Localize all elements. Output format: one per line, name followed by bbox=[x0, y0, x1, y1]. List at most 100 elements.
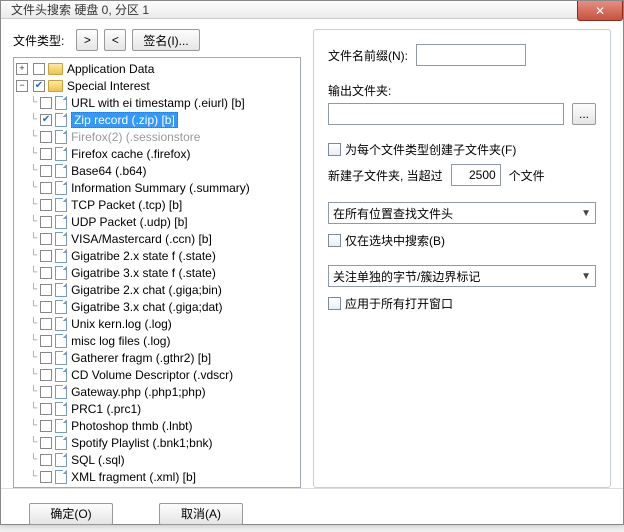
tree-checkbox[interactable] bbox=[40, 471, 52, 483]
tree-row[interactable]: └VISA/Mastercard (.ccn) [b] bbox=[14, 230, 300, 247]
tree-checkbox[interactable] bbox=[40, 284, 52, 296]
block-only-checkbox[interactable] bbox=[328, 234, 341, 247]
tree-branch: └ bbox=[30, 199, 35, 210]
prev-button[interactable]: < bbox=[104, 29, 126, 51]
file-icon bbox=[55, 385, 67, 399]
tree-row[interactable]: └Gigatribe 2.x state f (.state) bbox=[14, 247, 300, 264]
tree-row[interactable]: └XML fragment (.xml) [b] bbox=[14, 468, 300, 485]
block-only-label: 仅在选块中搜索(B) bbox=[345, 232, 445, 249]
tree-branch: └ bbox=[30, 301, 35, 312]
tree-item-label: TCP Packet (.tcp) [b] bbox=[71, 198, 182, 212]
tree-item-label: Gigatribe 3.x chat (.giga;dat) bbox=[71, 300, 222, 314]
tree-row[interactable]: └Information Summary (.summary) bbox=[14, 179, 300, 196]
ok-button[interactable]: 确定(O) bbox=[29, 503, 113, 525]
tree-item-label: Special Interest bbox=[67, 79, 150, 93]
tree-row[interactable]: └Gigatribe 2.x chat (.giga;bin) bbox=[14, 281, 300, 298]
file-icon bbox=[55, 368, 67, 382]
tree-checkbox[interactable] bbox=[40, 335, 52, 347]
tree-row[interactable]: └Base64 (.b64) bbox=[14, 162, 300, 179]
tree-row[interactable]: −✔ Special Interest bbox=[14, 77, 300, 94]
tree-row[interactable]: └PRC1 (.prc1) bbox=[14, 400, 300, 417]
tree-checkbox[interactable] bbox=[40, 131, 52, 143]
tree-checkbox[interactable] bbox=[40, 454, 52, 466]
tree-row[interactable]: └CD Volume Descriptor (.vdscr) bbox=[14, 366, 300, 383]
tree-row[interactable]: └misc log files (.log) bbox=[14, 332, 300, 349]
tree-checkbox[interactable] bbox=[33, 63, 45, 75]
tree-branch: └ bbox=[30, 148, 35, 159]
file-icon bbox=[55, 249, 67, 263]
newfolder-label: 新建子文件夹, 当超过 bbox=[328, 167, 443, 184]
file-icon bbox=[55, 351, 67, 365]
subfolder-label: 为每个文件类型创建子文件夹(F) bbox=[345, 141, 516, 158]
tree-row[interactable]: └URL with ei timestamp (.eiurl) [b] bbox=[14, 94, 300, 111]
tree-row[interactable]: + Application Data bbox=[14, 60, 300, 77]
tree-row[interactable]: └Photoshop thmb (.lnbt) bbox=[14, 417, 300, 434]
tree-checkbox[interactable]: ✔ bbox=[40, 114, 52, 126]
outdir-input[interactable] bbox=[328, 103, 564, 125]
tree-checkbox[interactable] bbox=[40, 301, 52, 313]
tree-checkbox[interactable] bbox=[40, 352, 52, 364]
folder-icon bbox=[48, 80, 63, 92]
tree-row[interactable]: └Gateway.php (.php1;php) bbox=[14, 383, 300, 400]
file-icon bbox=[55, 113, 67, 127]
subfolder-checkbox[interactable] bbox=[328, 143, 341, 156]
next-button[interactable]: > bbox=[76, 29, 98, 51]
tree-checkbox[interactable]: ✔ bbox=[33, 80, 45, 92]
newfolder-count-input[interactable] bbox=[451, 164, 501, 186]
tree-row[interactable]: └ Gigatribe 3.x chat (.giga;dat) bbox=[14, 298, 300, 315]
tree-item-label: misc log files (.log) bbox=[71, 334, 170, 348]
tree-branch: └ bbox=[30, 471, 35, 482]
tree-item-label: Gateway.php (.php1;php) bbox=[71, 385, 206, 399]
tree-row[interactable]: └Firefox(2) (.sessionstore bbox=[14, 128, 300, 145]
filetype-tree[interactable]: +Application Data−✔Special Interest└URL … bbox=[13, 57, 301, 488]
tree-row[interactable]: └Firefox cache (.firefox) bbox=[14, 145, 300, 162]
tree-checkbox[interactable] bbox=[40, 97, 52, 109]
tree-row[interactable]: └✔Zip record (.zip) [b] bbox=[14, 111, 300, 128]
file-icon bbox=[55, 436, 67, 450]
tree-checkbox[interactable] bbox=[40, 420, 52, 432]
tree-row[interactable]: └UDP Packet (.udp) [b] bbox=[14, 213, 300, 230]
tree-checkbox[interactable] bbox=[40, 369, 52, 381]
tree-checkbox[interactable] bbox=[40, 216, 52, 228]
file-icon bbox=[55, 147, 67, 161]
tree-item-label: Information Summary (.summary) bbox=[71, 181, 250, 195]
tree-checkbox[interactable] bbox=[40, 386, 52, 398]
tree-checkbox[interactable] bbox=[40, 437, 52, 449]
tree-checkbox[interactable] bbox=[40, 148, 52, 160]
tree-row[interactable]: └Gigatribe 3.x state f (.state) bbox=[14, 264, 300, 281]
tree-checkbox[interactable] bbox=[40, 165, 52, 177]
tree-row[interactable]: └Spotify Playlist (.bnk1;bnk) bbox=[14, 434, 300, 451]
tree-item-label: Spotify Playlist (.bnk1;bnk) bbox=[71, 436, 212, 450]
signature-button[interactable]: 签名(I)... bbox=[132, 29, 199, 51]
tree-row[interactable]: └SQL (.sql) bbox=[14, 451, 300, 468]
tree-checkbox[interactable] bbox=[40, 233, 52, 245]
tree-branch: └ bbox=[30, 403, 35, 414]
tree-row[interactable]: └Unix kern.log (.log) bbox=[14, 315, 300, 332]
file-icon bbox=[55, 232, 67, 246]
folder-icon bbox=[48, 63, 63, 75]
tree-row[interactable]: └ TCP Packet (.tcp) [b] bbox=[14, 196, 300, 213]
tree-branch: └ bbox=[30, 267, 35, 278]
tree-item-label: Application Data bbox=[67, 62, 154, 76]
close-button[interactable]: ✕ bbox=[577, 1, 623, 21]
tree-row[interactable]: └Gatherer fragm (.gthr2) [b] bbox=[14, 349, 300, 366]
tree-branch: └ bbox=[30, 284, 35, 295]
tree-checkbox[interactable] bbox=[40, 403, 52, 415]
tree-checkbox[interactable] bbox=[40, 199, 52, 211]
browse-button[interactable]: ... bbox=[572, 103, 596, 125]
prefix-input[interactable] bbox=[416, 44, 526, 66]
boundary-select[interactable]: 关注单独的字节/簇边界标记 ▼ bbox=[328, 265, 596, 287]
collapse-icon[interactable]: − bbox=[16, 80, 28, 92]
expand-icon[interactable]: + bbox=[16, 63, 28, 75]
tree-checkbox[interactable] bbox=[40, 250, 52, 262]
tree-checkbox[interactable] bbox=[40, 182, 52, 194]
cancel-button[interactable]: 取消(A) bbox=[159, 503, 243, 525]
tree-item-label: VISA/Mastercard (.ccn) [b] bbox=[71, 232, 212, 246]
outdir-label: 输出文件夹: bbox=[328, 82, 596, 99]
apply-all-checkbox[interactable] bbox=[328, 297, 341, 310]
tree-checkbox[interactable] bbox=[40, 267, 52, 279]
tree-item-label: Photoshop thmb (.lnbt) bbox=[71, 419, 192, 433]
tree-item-label: Base64 (.b64) bbox=[71, 164, 146, 178]
tree-checkbox[interactable] bbox=[40, 318, 52, 330]
search-scope-select[interactable]: 在所有位置查找文件头 ▼ bbox=[328, 202, 596, 224]
